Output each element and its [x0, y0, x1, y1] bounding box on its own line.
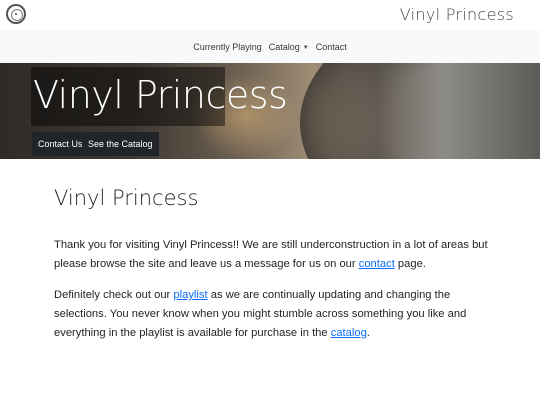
nav-currently-playing[interactable]: Currently Playing: [193, 42, 262, 52]
vinyl-record-icon[interactable]: [6, 4, 26, 24]
brand-name[interactable]: Vinyl Princess: [400, 5, 514, 24]
nav-catalog-dropdown[interactable]: Catalog ▼: [269, 42, 309, 52]
nav-contact[interactable]: Contact: [316, 42, 347, 52]
main-content: Vinyl Princess Thank you for visiting Vi…: [54, 186, 494, 343]
contact-us-button[interactable]: Contact Us: [32, 132, 89, 156]
page-title: Vinyl Princess: [54, 186, 199, 210]
nav-catalog-label: Catalog: [268, 41, 300, 52]
hero-title: Vinyl Princess: [33, 73, 288, 117]
contact-link[interactable]: contact: [359, 258, 395, 270]
playlist-link[interactable]: playlist: [173, 289, 207, 301]
caret-down-icon: ▼: [302, 44, 309, 51]
catalog-link[interactable]: catalog: [331, 327, 367, 339]
playlist-paragraph: Definitely check out our playlist as we …: [54, 286, 494, 343]
see-catalog-button[interactable]: See the Catalog: [82, 132, 159, 156]
top-bar: Vinyl Princess: [0, 0, 540, 30]
welcome-text-end: page.: [394, 258, 426, 270]
welcome-paragraph: Thank you for visiting Vinyl Princess!! …: [54, 236, 494, 274]
playlist-text-start: Definitely check out our: [54, 289, 174, 301]
playlist-text-end: .: [366, 327, 370, 339]
main-navbar: Currently Playing Catalog ▼ Contact: [0, 30, 540, 63]
turntable-background-image: [300, 63, 540, 159]
